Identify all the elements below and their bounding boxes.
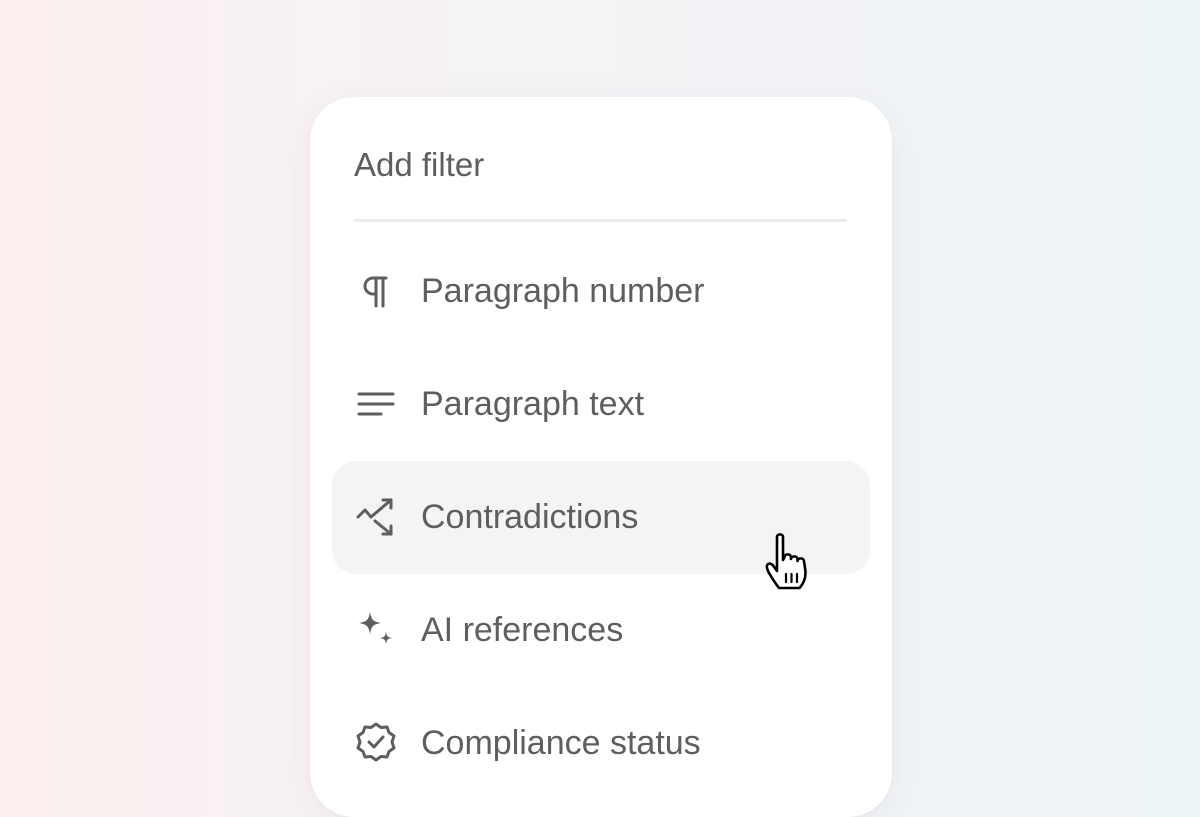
- menu-item-label: Paragraph number: [421, 272, 705, 310]
- menu-item-label: Compliance status: [421, 724, 701, 762]
- divider: [354, 219, 847, 222]
- pilcrow-icon: [353, 268, 399, 314]
- add-filter-menu: Add filter Paragraph number Paragraph te…: [310, 97, 892, 817]
- menu-item-paragraph-text[interactable]: Paragraph text: [332, 348, 870, 461]
- text-lines-icon: [353, 381, 399, 427]
- menu-item-label: Paragraph text: [421, 385, 645, 423]
- badge-check-icon: [353, 720, 399, 766]
- menu-item-label: Contradictions: [421, 498, 639, 536]
- menu-title: Add filter: [354, 146, 485, 183]
- trend-arrows-icon: [353, 494, 399, 540]
- menu-item-paragraph-number[interactable]: Paragraph number: [332, 235, 870, 348]
- menu-item-label: AI references: [421, 611, 624, 649]
- pointer-hand-cursor-icon: [762, 528, 826, 594]
- menu-item-compliance-status[interactable]: Compliance status: [332, 687, 870, 800]
- sparkles-icon: [353, 607, 399, 653]
